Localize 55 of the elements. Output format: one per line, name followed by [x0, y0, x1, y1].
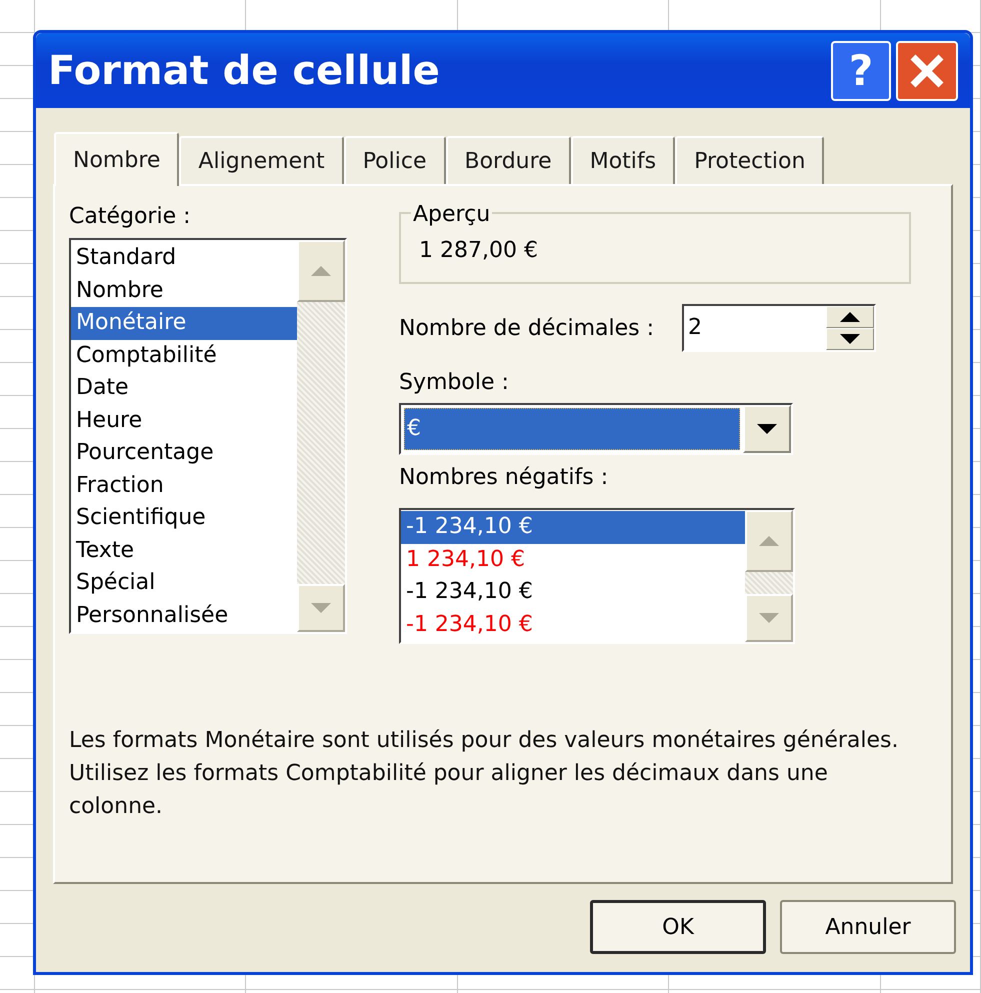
decimals-label: Nombre de décimales :: [399, 314, 654, 342]
symbol-dropdown[interactable]: €: [399, 403, 793, 455]
window-title: Format de cellule: [48, 46, 441, 96]
caret-down-icon: [839, 333, 862, 345]
symbol-label: Symbole :: [399, 369, 510, 397]
negative-numbers-label: Nombres négatifs :: [399, 464, 610, 492]
category-item[interactable]: Personnalisée: [71, 600, 297, 632]
category-label: Catégorie :: [69, 203, 192, 231]
tab[interactable]: Motifs: [570, 136, 676, 184]
category-item[interactable]: Date: [71, 372, 297, 404]
category-item[interactable]: Standard: [71, 242, 297, 274]
category-item[interactable]: Fraction: [71, 470, 297, 502]
dialog-button[interactable]: Annuler: [780, 900, 956, 954]
increment-button[interactable]: [826, 306, 874, 328]
category-item[interactable]: Nombre: [71, 274, 297, 307]
decimals-spinner[interactable]: 2: [682, 304, 876, 352]
caret-up-icon: [310, 265, 332, 277]
negative-number-item[interactable]: -1 234,10 €: [401, 608, 745, 641]
caret-up-icon: [839, 311, 862, 323]
scroll-down-button[interactable]: [297, 584, 345, 632]
caret-down-icon: [310, 602, 332, 614]
description-text: Les formats Monétaire sont utilisés pour des valeurs monétaires générales. Utilisez les formats Comptabilité pour aligner les décimaux dans une colonne.: [69, 727, 900, 821]
negative-numbers-list[interactable]: -1 234,10 € 1 234,10 € -1 234,10 € -1 234,10 €: [399, 508, 795, 644]
negative-number-item[interactable]: -1 234,10 €: [401, 511, 745, 544]
scroll-up-button[interactable]: [745, 510, 793, 572]
close-icon: [909, 52, 945, 88]
decrement-button[interactable]: [826, 328, 874, 350]
category-list[interactable]: Standard Nombre Monétaire Comptabilité Date Heure Pourcentage Fraction Scientifique Texte Spécial Personnalisée: [69, 238, 347, 634]
category-item[interactable]: Pourcentage: [71, 437, 297, 470]
decimals-value: 2: [687, 314, 704, 342]
help-button[interactable]: ?: [831, 40, 891, 100]
close-button[interactable]: [896, 40, 958, 100]
tab[interactable]: Nombre: [54, 132, 180, 186]
caret-down-icon: [756, 423, 778, 435]
category-item[interactable]: Texte: [71, 534, 297, 567]
category-item[interactable]: Spécial: [71, 567, 297, 600]
caret-up-icon: [758, 535, 780, 547]
category-item[interactable]: Scientifique: [71, 502, 297, 534]
tab[interactable]: Protection: [675, 136, 824, 184]
negative-number-item[interactable]: -1 234,10 €: [401, 576, 745, 608]
preview-value: 1 287,00 €: [419, 236, 538, 264]
negative-number-item[interactable]: 1 234,10 €: [401, 544, 745, 576]
caret-down-icon: [758, 612, 780, 624]
tab[interactable]: Police: [344, 136, 446, 184]
category-item[interactable]: Monétaire: [71, 307, 297, 340]
scroll-track[interactable]: [745, 572, 793, 594]
spreadsheet-cell: [0, 0, 35, 33]
tab[interactable]: Alignement: [179, 136, 344, 184]
tab[interactable]: Bordure: [446, 136, 571, 184]
scroll-up-button[interactable]: [297, 240, 345, 302]
scroll-down-button[interactable]: [745, 594, 793, 642]
symbol-value: €: [404, 408, 740, 450]
category-item[interactable]: Comptabilité: [71, 340, 297, 372]
category-item[interactable]: Heure: [71, 404, 297, 437]
dialog-button[interactable]: OK: [590, 900, 766, 954]
